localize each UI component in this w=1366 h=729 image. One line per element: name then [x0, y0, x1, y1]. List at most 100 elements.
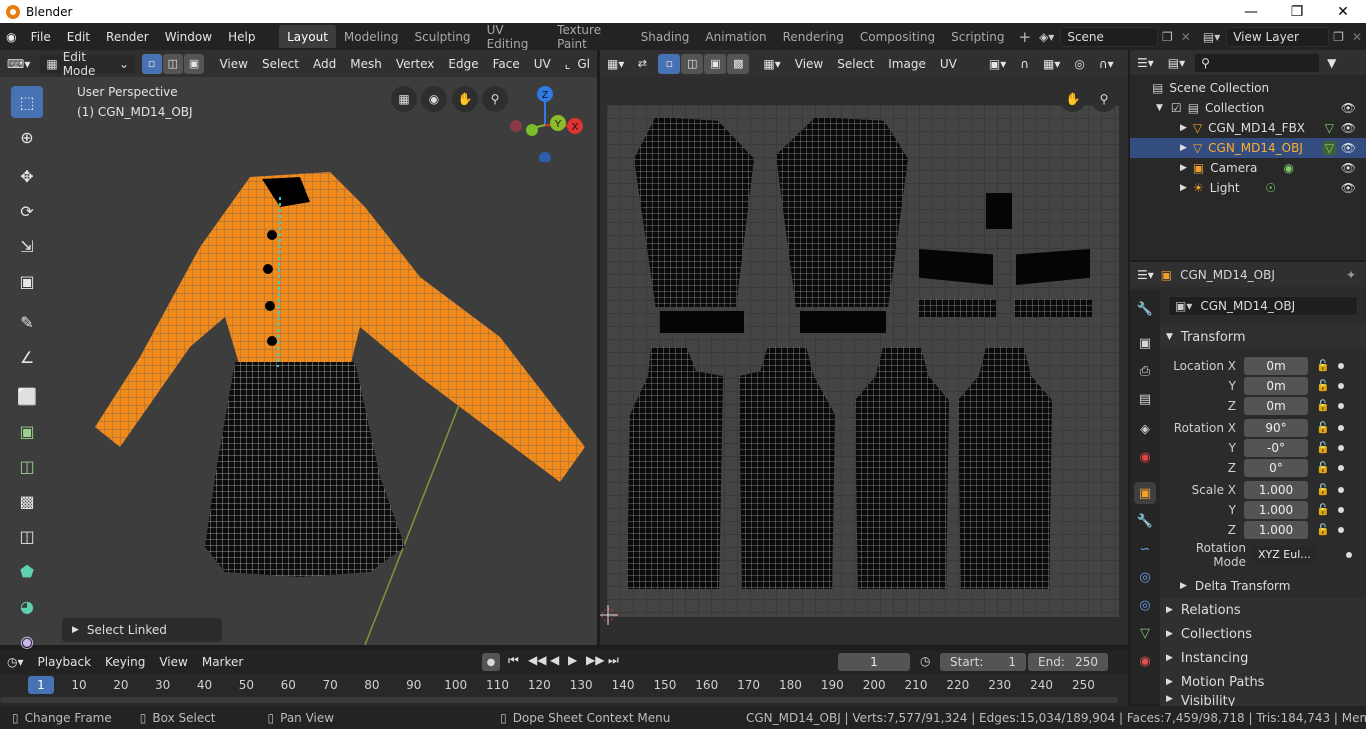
knife-tool-icon[interactable]: ◫: [11, 520, 43, 552]
grid-view-icon[interactable]: ▦: [391, 86, 417, 112]
particles-tab-icon[interactable]: ∽: [1134, 538, 1156, 560]
scale-y-field[interactable]: 1.000: [1244, 500, 1308, 519]
add-workspace-icon[interactable]: +: [1012, 28, 1037, 46]
operator-panel[interactable]: ▶ Select Linked: [62, 618, 222, 642]
uv-proportional-icon[interactable]: ◎: [1067, 50, 1091, 77]
checkbox-icon[interactable]: ☑: [1171, 101, 1182, 115]
tab-uv-editing[interactable]: UV Editing: [479, 23, 550, 51]
keyframe-dot-icon[interactable]: [1338, 464, 1344, 471]
viewport-menu-add[interactable]: Add: [306, 50, 343, 77]
modifier-tab-icon[interactable]: 🔧: [1134, 510, 1156, 532]
uv-snap-mode-icon[interactable]: ▦▾: [1036, 50, 1067, 77]
uv-falloff-icon[interactable]: ∩▾: [1092, 50, 1121, 77]
constraints-tab-icon[interactable]: ◎: [1134, 594, 1156, 616]
timeline-menu-keying[interactable]: Keying: [98, 649, 152, 676]
edit-mode-data-icon[interactable]: ▽: [1322, 141, 1336, 155]
uv-pivot-icon[interactable]: ▣▾: [982, 50, 1013, 77]
eye-icon[interactable]: 👁: [1341, 141, 1356, 155]
inset-tool-icon[interactable]: ▣: [11, 415, 43, 447]
uv-zoom-icon[interactable]: ⚲: [1091, 86, 1117, 112]
properties-editor-type-icon[interactable]: ☰▾: [1130, 262, 1161, 288]
viewport-menu-face[interactable]: Face: [486, 50, 527, 77]
new-view-layer-icon[interactable]: ❐: [1329, 30, 1348, 44]
play-reverse-icon[interactable]: ◀: [550, 653, 559, 667]
tab-layout[interactable]: Layout: [279, 25, 336, 48]
viewport-menu-mesh[interactable]: Mesh: [343, 50, 389, 77]
keyframe-dot-icon[interactable]: [1338, 424, 1344, 431]
current-frame-field[interactable]: 1: [838, 653, 910, 671]
scene-icon[interactable]: ◈▾: [1039, 30, 1054, 44]
jump-start-icon[interactable]: ⏮: [508, 653, 519, 668]
uv-sticky-select-icon[interactable]: ▦▾: [756, 50, 787, 77]
uv-editor-type-icon[interactable]: ▦▾: [600, 50, 631, 77]
eye-icon[interactable]: 👁: [1341, 161, 1356, 175]
physics-tab-icon[interactable]: ◎: [1134, 566, 1156, 588]
lock-icon[interactable]: 🔓: [1316, 379, 1330, 393]
lock-icon[interactable]: 🔓: [1316, 503, 1330, 517]
next-keyframe-icon[interactable]: ▶▶: [586, 653, 604, 667]
pan-hand-icon[interactable]: ✋: [452, 86, 478, 112]
view-layer-icon[interactable]: ▤▾: [1203, 30, 1220, 44]
relations-panel-header[interactable]: ▶ Relations: [1160, 598, 1366, 622]
bevel-tool-icon[interactable]: ◫: [11, 450, 43, 482]
keyframe-dot-icon[interactable]: [1338, 382, 1344, 389]
blender-menu-icon[interactable]: ◉: [0, 30, 23, 44]
eye-icon[interactable]: 👁: [1341, 181, 1356, 195]
close-icon[interactable]: ✕: [1320, 0, 1366, 23]
viewport-menu-vertex[interactable]: Vertex: [389, 50, 442, 77]
tab-modeling[interactable]: Modeling: [336, 25, 407, 48]
move-tool-icon[interactable]: ✥: [11, 160, 43, 192]
uv-edge-select-icon[interactable]: ◫: [681, 53, 704, 74]
keyframe-dot-icon[interactable]: [1346, 551, 1352, 558]
cursor-tool-icon[interactable]: ⊕: [11, 121, 43, 153]
keyframe-dot-icon[interactable]: [1338, 444, 1344, 451]
annotate-tool-icon[interactable]: ✎: [11, 306, 43, 338]
uv-face-select-icon[interactable]: ▣: [704, 53, 727, 74]
camera-view-icon[interactable]: ◉: [421, 86, 447, 112]
maximize-icon[interactable]: ❐: [1274, 0, 1320, 23]
material-tab-icon[interactable]: ◉: [1134, 650, 1156, 672]
rotation-y-field[interactable]: -0°: [1244, 438, 1308, 457]
viewport-menu-uv[interactable]: UV: [527, 50, 558, 77]
outliner-item[interactable]: ▶ ▣ Camera ◉ 👁: [1130, 158, 1366, 178]
scene-field[interactable]: Scene: [1060, 26, 1159, 47]
menu-edit[interactable]: Edit: [59, 23, 98, 50]
view-layer-field[interactable]: View Layer: [1226, 26, 1330, 47]
transform-panel-header[interactable]: ▼ Transform: [1160, 325, 1366, 349]
pin-icon[interactable]: ✦: [1346, 268, 1356, 282]
tab-animation[interactable]: Animation: [697, 25, 774, 48]
play-icon[interactable]: ▶: [568, 653, 577, 667]
timeline-menu-view[interactable]: View: [152, 649, 194, 676]
minimize-icon[interactable]: —: [1228, 0, 1274, 23]
outliner-item-active[interactable]: ▶ ▽ CGN_MD14_OBJ ▽ 👁: [1130, 138, 1366, 158]
timeline-menu-playback[interactable]: Playback: [31, 649, 99, 676]
scene-tab-icon[interactable]: ◈: [1134, 418, 1156, 440]
keyframe-dot-icon[interactable]: [1338, 526, 1344, 533]
vertex-select-icon[interactable]: ▫: [141, 53, 162, 74]
outliner-display-mode-icon[interactable]: ▤▾: [1161, 49, 1192, 76]
outliner-item[interactable]: ▶ ▽ CGN_MD14_FBX ▽ 👁: [1130, 118, 1366, 138]
menu-render[interactable]: Render: [98, 23, 157, 50]
transform-orientation-label[interactable]: Gl: [577, 50, 597, 77]
tab-scripting[interactable]: Scripting: [943, 25, 1012, 48]
lock-icon[interactable]: 🔓: [1316, 399, 1330, 413]
select-box-tool-icon[interactable]: ⬚: [11, 86, 43, 118]
uv-sync-selection-icon[interactable]: ⇄: [631, 53, 654, 74]
outliner-item[interactable]: ▶ ☀ Light ☉ 👁: [1130, 178, 1366, 198]
instancing-panel-header[interactable]: ▶ Instancing: [1160, 646, 1366, 670]
outliner-scene-collection[interactable]: ▤ Scene Collection: [1130, 78, 1366, 98]
data-tab-icon[interactable]: ▽: [1134, 622, 1156, 644]
location-y-field[interactable]: 0m: [1244, 376, 1308, 395]
uv-vertex-select-icon[interactable]: ▫: [658, 53, 681, 74]
rotation-mode-dropdown[interactable]: XYZ Eul...: [1252, 545, 1316, 564]
delete-scene-icon[interactable]: ✕: [1177, 30, 1195, 44]
keyframe-dot-icon[interactable]: [1338, 486, 1344, 493]
outliner-editor-type-icon[interactable]: ☰▾: [1130, 49, 1161, 76]
tab-sculpting[interactable]: Sculpting: [407, 25, 479, 48]
eye-icon[interactable]: 👁: [1341, 101, 1356, 115]
record-icon[interactable]: ●: [482, 653, 500, 671]
view-layer-tab-icon[interactable]: ▤: [1134, 388, 1156, 410]
uv-menu-image[interactable]: Image: [881, 50, 933, 77]
uv-menu-select[interactable]: Select: [830, 50, 881, 77]
timeline-menu-marker[interactable]: Marker: [195, 649, 250, 676]
